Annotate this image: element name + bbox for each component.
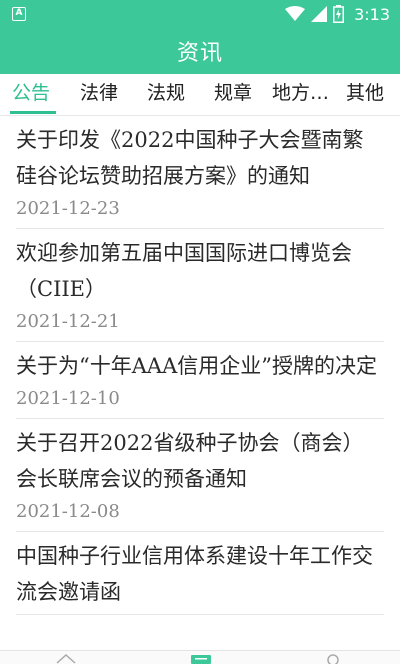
tab-law[interactable]: 法律 [80, 74, 118, 116]
news-title: 关于印发《2022中国种子大会暨南繁硅谷论坛赞助招展方案》的通知 [16, 128, 364, 188]
news-list: 关于印发《2022中国种子大会暨南繁硅谷论坛赞助招展方案》的通知 2021-12… [0, 116, 400, 650]
tab-other[interactable]: 其他 [346, 74, 384, 116]
category-tabs: 公告 法律 法规 规章 地方… 其他 [0, 74, 400, 116]
news-title: 欢迎参加第五届中国国际进口博览会（CIIE） [16, 241, 352, 301]
list-item[interactable]: 关于召开2022省级种子协会（商会）会长联席会议的预备通知 2021-12-08 [16, 419, 384, 532]
list-item[interactable]: 关于印发《2022中国种子大会暨南繁硅谷论坛赞助招展方案》的通知 2021-12… [16, 116, 384, 229]
wifi-icon [285, 6, 306, 21]
tab-rules[interactable]: 规章 [214, 74, 252, 116]
battery-icon [333, 5, 345, 23]
news-date: 2021-12-10 [16, 388, 120, 409]
list-item[interactable]: 欢迎参加第五届中国国际进口博览会（CIIE） 2021-12-21 [16, 229, 384, 342]
news-title: 关于召开2022省级种子协会（商会）会长联席会议的预备通知 [16, 431, 364, 491]
news-title: 中国种子行业信用体系建设十年工作交流会邀请函 [16, 544, 373, 604]
list-item[interactable]: 中国种子行业信用体系建设十年工作交流会邀请函 [16, 532, 384, 615]
app-bar: 资讯 [0, 28, 400, 74]
list-item[interactable]: 关于为“十年AAA信用企业”授牌的决定 2021-12-10 [16, 342, 384, 419]
news-date: 2021-12-21 [16, 311, 120, 332]
signal-icon [311, 6, 328, 22]
active-tab-indicator [10, 111, 56, 114]
news-title: 关于为“十年AAA信用企业”授牌的决定 [16, 354, 377, 378]
status-time: 3:13 [354, 4, 390, 24]
tab-regulation[interactable]: 法规 [147, 74, 185, 116]
news-icon[interactable] [190, 654, 212, 664]
news-date: 2021-12-08 [16, 501, 120, 522]
notification-icon: A [12, 7, 26, 21]
home-icon[interactable] [56, 654, 76, 664]
bottom-nav [0, 650, 400, 664]
page-title: 资讯 [176, 41, 223, 66]
profile-icon[interactable] [324, 654, 342, 664]
tab-local[interactable]: 地方… [272, 74, 329, 116]
tab-announcement[interactable]: 公告 [12, 74, 50, 116]
status-bar: A 3:13 [0, 0, 400, 28]
news-date: 2021-12-23 [16, 198, 120, 219]
news-date [16, 610, 384, 614]
